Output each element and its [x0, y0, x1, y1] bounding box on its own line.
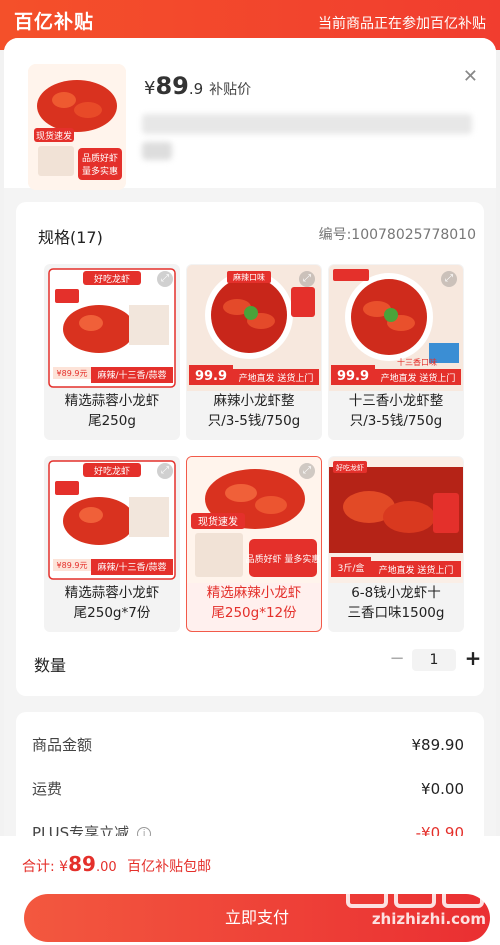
blurred-subtitle	[142, 142, 172, 160]
item-badge: 麻辣/十三香/蒜蓉	[97, 561, 166, 573]
item-label-line2: 只/3-5钱/750g	[349, 413, 443, 429]
blurred-title	[142, 114, 472, 134]
item-price-badge: ¥89.9元	[57, 561, 88, 570]
item-badge: 产地直发 送货上门	[239, 372, 314, 384]
total-label: 合计:	[22, 859, 55, 875]
total-note: 百亿补贴包邮	[127, 859, 212, 875]
zoom-icon[interactable]: ⤢	[441, 271, 457, 287]
item-banner: 十三香口味	[397, 357, 437, 367]
item-label: 6-8钱小龙虾十 三香口味1500g	[329, 583, 463, 623]
banner-note: 当前商品正在参加百亿补贴	[318, 16, 486, 32]
zoom-icon[interactable]: ⤢	[157, 463, 173, 479]
spec-item[interactable]: 好吃龙虾 ¥89.9元 麻辣/十三香/蒜蓉 ⤢ 精选蒜蓉小龙虾 尾250g	[44, 264, 180, 440]
total-price: 合计: ¥89.00 百亿补贴包邮	[22, 852, 211, 876]
item-badge: 产地直发 送货上门	[381, 372, 456, 384]
item-label-line2: 只/3-5钱/750g	[207, 413, 301, 429]
shipping-value: ¥0.00	[421, 780, 464, 798]
watermark-logo	[346, 866, 484, 908]
total-decimal: .00	[95, 860, 117, 875]
item-price-badge: 3斤/盒	[338, 562, 365, 574]
total-currency: ¥	[59, 859, 69, 875]
price-decimal: .9	[188, 80, 204, 98]
thumb-text3: 量多实惠	[82, 165, 118, 177]
watermark-text: zhizhizhi.com	[371, 910, 486, 928]
subtotal-label: 商品金额	[32, 736, 93, 754]
spec-item[interactable]: 好吃龙虾 3斤/盒 产地直发 送货上门 6-8钱小龙虾十 三香口味1500g	[328, 456, 464, 632]
spec-item[interactable]: 99.9 产地直发 送货上门 十三香口味 ⤢ 十三香小龙虾整 只/3-5钱/75…	[328, 264, 464, 440]
item-label-line1: 精选蒜蓉小龙虾	[64, 393, 160, 409]
item-label-line1: 精选蒜蓉小龙虾	[64, 585, 160, 601]
subtotal-value: ¥89.90	[411, 736, 465, 754]
spec-card: 规格(17) 编号:10078025778010 好吃龙虾 ¥89.9元 麻辣/…	[16, 202, 484, 696]
item-price-badge: 99.9	[195, 369, 227, 384]
item-badge: 产地直发 送货上门	[379, 564, 454, 576]
item-label-line2: 三香口味1500g	[347, 605, 445, 621]
price-integer: 89	[155, 72, 189, 100]
close-icon[interactable]: ✕	[463, 66, 478, 87]
spec-item[interactable]: 麻辣口味 99.9 产地直发 送货上门 ⤢ 麻辣小龙虾整 只/3-5钱/750g	[186, 264, 322, 440]
price-currency: ¥	[144, 78, 156, 99]
purchase-sheet: 现货速发 品质好虾 量多实惠 ¥89.9 补贴价 ✕ 规格(17) 编号:1007…	[4, 38, 496, 945]
banner-logo: 百亿补贴	[14, 11, 95, 33]
total-integer: 89	[68, 852, 96, 876]
thumb-text1: 现货速发	[36, 130, 72, 142]
zoom-icon[interactable]: ⤢	[299, 271, 315, 287]
product-price: ¥89.9 补贴价	[144, 72, 251, 100]
item-label-line1: 6-8钱小龙虾十	[351, 585, 441, 601]
product-code: 编号:10078025778010	[318, 227, 476, 243]
quantity-input[interactable]: 1	[412, 649, 456, 671]
item-banner: 好吃龙虾	[94, 465, 130, 477]
price-tag: 补贴价	[209, 82, 252, 98]
item-price-badge: 现货速发	[198, 515, 238, 528]
item-badge: 麻辣/十三香/蒜蓉	[97, 369, 166, 381]
item-label: 精选麻辣小龙虾 尾250g*12份	[187, 583, 321, 623]
item-badge: 品质好虾 量多实惠	[246, 553, 321, 565]
spec-item-selected[interactable]: 现货速发 品质好虾 量多实惠 ⤢ 精选麻辣小龙虾 尾250g*12份	[186, 456, 322, 632]
item-label-line2: 尾250g	[88, 413, 136, 429]
spec-item[interactable]: 好吃龙虾 ¥89.9元 麻辣/十三香/蒜蓉 ⤢ 精选蒜蓉小龙虾 尾250g*7份	[44, 456, 180, 632]
item-label: 精选蒜蓉小龙虾 尾250g	[45, 391, 179, 431]
quantity-label: 数量	[34, 656, 67, 675]
zoom-icon[interactable]: ⤢	[299, 463, 315, 479]
zoom-icon[interactable]: ⤢	[157, 271, 173, 287]
item-banner: 麻辣口味	[233, 272, 265, 282]
quantity-minus-button[interactable]: −	[386, 648, 408, 669]
item-label-line2: 尾250g*7份	[73, 605, 151, 621]
item-label: 精选蒜蓉小龙虾 尾250g*7份	[45, 583, 179, 623]
item-banner: 好吃龙虾	[94, 273, 130, 285]
item-label: 麻辣小龙虾整 只/3-5钱/750g	[187, 391, 321, 431]
item-label: 十三香小龙虾整 只/3-5钱/750g	[329, 391, 463, 431]
thumb-text2: 品质好虾	[82, 152, 118, 164]
shipping-label: 运费	[32, 780, 63, 798]
spec-title: 规格(17)	[38, 228, 103, 247]
product-thumbnail[interactable]: 现货速发 品质好虾 量多实惠	[28, 64, 126, 190]
item-label-line1: 十三香小龙虾整	[348, 393, 444, 409]
item-banner: 好吃龙虾	[336, 463, 364, 472]
item-price-badge: 99.9	[337, 369, 369, 384]
product-header: 现货速发 品质好虾 量多实惠 ¥89.9 补贴价 ✕	[4, 38, 496, 190]
item-label-line2: 尾250g*12份	[211, 605, 297, 621]
quantity-plus-button[interactable]: +	[462, 646, 484, 670]
item-price-badge: ¥89.9元	[57, 369, 88, 378]
item-label-line1: 麻辣小龙虾整	[213, 393, 295, 409]
item-label-line1: 精选麻辣小龙虾	[206, 585, 302, 601]
